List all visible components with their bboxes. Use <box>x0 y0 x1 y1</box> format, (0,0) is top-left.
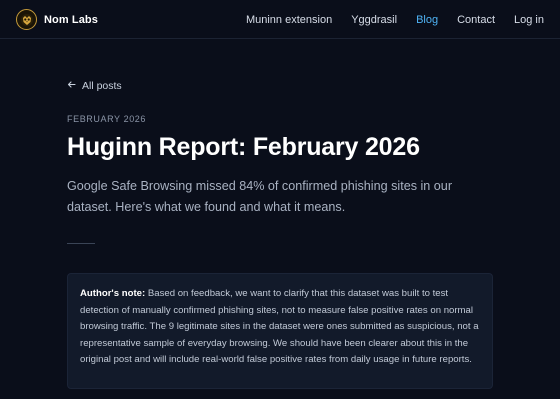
top-nav: Nom Labs Muninn extension Yggdrasil Blog… <box>0 0 560 39</box>
post-lede: Google Safe Browsing missed 84% of confi… <box>67 179 453 214</box>
back-link-label: All posts <box>82 80 122 92</box>
nav-link-muninn-extension[interactable]: Muninn extension <box>246 14 332 26</box>
nav-link-yggdrasil[interactable]: Yggdrasil <box>351 14 397 26</box>
section-divider <box>67 243 95 244</box>
post-title: Huginn Report: February 2026 <box>67 133 420 161</box>
authors-note-box: Author's note: Based on feedback, we wan… <box>67 273 493 389</box>
authors-note-label: Author's note: <box>80 288 146 299</box>
brand-name: Nom Labs <box>44 13 98 26</box>
back-to-all-posts-link[interactable]: All posts <box>67 79 122 93</box>
authors-note-text: Based on feedback, we want to clarify th… <box>80 288 479 365</box>
owl-logo-icon <box>16 9 37 30</box>
nav-links: Muninn extension Yggdrasil Blog Contact … <box>246 0 544 39</box>
arrow-left-icon <box>67 80 76 92</box>
nav-link-log-in[interactable]: Log in <box>514 14 544 26</box>
post-date: FEBRUARY 2026 <box>67 114 147 124</box>
nav-link-contact[interactable]: Contact <box>457 14 495 26</box>
nav-link-blog[interactable]: Blog <box>416 14 438 26</box>
brand[interactable]: Nom Labs <box>16 9 98 30</box>
